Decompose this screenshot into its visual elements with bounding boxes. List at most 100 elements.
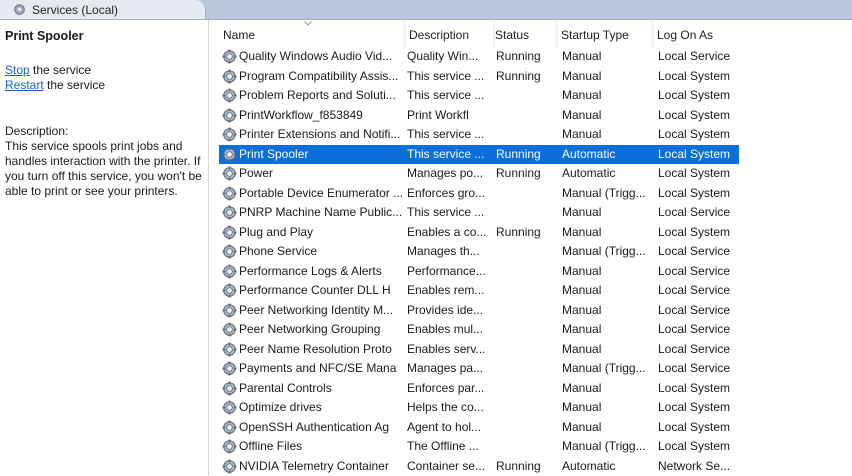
column-header-row: Name Description Status Startup Type Log… [219,20,852,49]
service-startup-type-cell: Manual [562,125,652,145]
service-gear-icon [221,359,237,379]
service-description-cell: Manages pa... [407,359,491,379]
window-title-bar: Services (Local) [0,0,852,20]
service-log-on-as-cell: Local System [658,86,739,106]
service-log-on-as-cell: Local System [658,223,739,243]
service-name-cell: Power [239,164,404,184]
service-status-cell [496,281,558,301]
table-row[interactable]: NVIDIA Telemetry ContainerContainer se..… [219,457,739,476]
service-startup-type-cell: Manual [562,301,652,321]
service-status-cell [496,340,558,360]
service-description-cell: Enables mul... [407,320,491,340]
service-status-cell: Running [496,164,558,184]
service-description-cell: Provides ide... [407,301,491,321]
stop-action-text: the service [30,63,91,77]
table-row[interactable]: Phone ServiceManages th... Manual (Trigg.… [219,242,739,262]
service-description-cell: The Offline ... [407,437,491,457]
service-name-cell: Print Spooler [239,145,404,165]
services-list[interactable]: Name Description Status Startup Type Log… [219,20,852,475]
service-startup-type-cell: Automatic [562,145,652,165]
service-description-cell: Print Workfl [407,106,491,126]
table-row[interactable]: Performance Logs & AlertsPerformance...M… [219,262,739,282]
service-name-cell: Peer Networking Grouping [239,320,404,340]
table-row[interactable]: PrintWorkflow_f853849Print WorkflManualL… [219,106,739,126]
service-log-on-as-cell: Local System [658,125,739,145]
service-name-cell: NVIDIA Telemetry Container [239,457,404,476]
table-row[interactable]: Problem Reports and Soluti...This servic… [219,86,739,106]
table-row[interactable]: Performance Counter DLL HEnables rem...M… [219,281,739,301]
table-row[interactable]: Offline FilesThe Offline ...Manual (Trig… [219,437,739,457]
table-row[interactable]: Portable Device Enumerator ...Enforces g… [219,184,739,204]
service-status-cell: Running [496,223,558,243]
service-description-text: This service spools print jobs and handl… [5,139,205,199]
table-row[interactable]: Quality Windows Audio Vid...Quality Win.… [219,47,739,67]
stop-action: Stop the service [5,63,91,78]
service-name-cell: Offline Files [239,437,404,457]
service-status-cell: Running [496,457,558,476]
service-startup-type-cell: Manual [562,320,652,340]
service-log-on-as-cell: Local Service [658,242,739,262]
service-log-on-as-cell: Local Service [658,47,739,67]
service-startup-type-cell: Manual [562,398,652,418]
service-gear-icon [221,242,237,262]
services-local-tab[interactable]: Services (Local) [0,0,206,19]
column-header-status[interactable]: Status [491,20,557,49]
table-row[interactable]: Parental ControlsEnforces par...ManualLo… [219,379,739,399]
service-gear-icon [221,457,237,476]
service-gear-icon [221,281,237,301]
pane-gutter [209,20,219,475]
service-status-cell [496,203,558,223]
stop-service-link[interactable]: Stop [5,63,30,77]
service-log-on-as-cell: Local System [658,379,739,399]
service-name-cell: Plug and Play [239,223,404,243]
service-log-on-as-cell: Local Service [658,301,739,321]
service-description-cell: Performance... [407,262,491,282]
service-description-cell: Manages th... [407,242,491,262]
restart-service-link[interactable]: Restart [5,78,44,92]
table-row[interactable]: Peer Name Resolution ProtoEnables serv..… [219,340,739,360]
service-startup-type-cell: Manual (Trigg... [562,242,652,262]
service-status-cell: Running [496,145,558,165]
service-startup-type-cell: Manual [562,281,652,301]
service-gear-icon [221,203,237,223]
service-description-cell: This service ... [407,145,491,165]
table-row[interactable]: Printer Extensions and Notifi...This ser… [219,125,739,145]
service-status-cell [496,359,558,379]
column-header-description[interactable]: Description [405,20,495,49]
service-startup-type-cell: Manual [562,262,652,282]
service-name-cell: Quality Windows Audio Vid... [239,47,404,67]
table-row[interactable]: PNRP Machine Name Public...This service … [219,203,739,223]
service-status-cell [496,379,558,399]
column-header-log-on-as[interactable]: Log On As [653,20,739,49]
table-row[interactable]: Peer Networking GroupingEnables mul... Ma… [219,320,739,340]
table-row[interactable]: Payments and NFC/SE ManaManages pa...Man… [219,359,739,379]
service-gear-icon [221,379,237,399]
column-header-startup-type[interactable]: Startup Type [557,20,653,49]
service-status-cell [496,242,558,262]
service-startup-type-cell: Manual [562,203,652,223]
service-startup-type-cell: Manual [562,106,652,126]
service-description-cell: Enables a co... [407,223,491,243]
column-header-name[interactable]: Name [219,20,405,49]
service-description-cell: Agent to hol... [407,418,491,438]
service-log-on-as-cell: Local Service [658,359,739,379]
service-startup-type-cell: Manual (Trigg... [562,359,652,379]
service-gear-icon [221,437,237,457]
table-row[interactable]: Optimize drivesHelps the co...ManualLoca… [219,398,739,418]
service-name-cell: PNRP Machine Name Public... [239,203,404,223]
service-name-cell: Phone Service [239,242,404,262]
table-row[interactable]: PowerManages po...RunningAutomaticLocal … [219,164,739,184]
service-gear-icon [221,184,237,204]
service-log-on-as-cell: Local Service [658,320,739,340]
table-row[interactable]: Program Compatibility Assis...This servi… [219,67,739,87]
table-row[interactable]: Plug and PlayEnables a co...RunningManua… [219,223,739,243]
table-row[interactable]: Peer Networking Identity M...Provides id… [219,301,739,321]
table-row[interactable]: Print SpoolerThis service ...RunningAuto… [219,145,739,165]
service-gear-icon [221,67,237,87]
service-name-cell: Optimize drives [239,398,404,418]
table-row[interactable]: OpenSSH Authentication AgAgent to hol...… [219,418,739,438]
service-gear-icon [221,320,237,340]
selected-service-title: Print Spooler [5,29,83,44]
service-log-on-as-cell: Local System [658,106,739,126]
service-log-on-as-cell: Local System [658,418,739,438]
